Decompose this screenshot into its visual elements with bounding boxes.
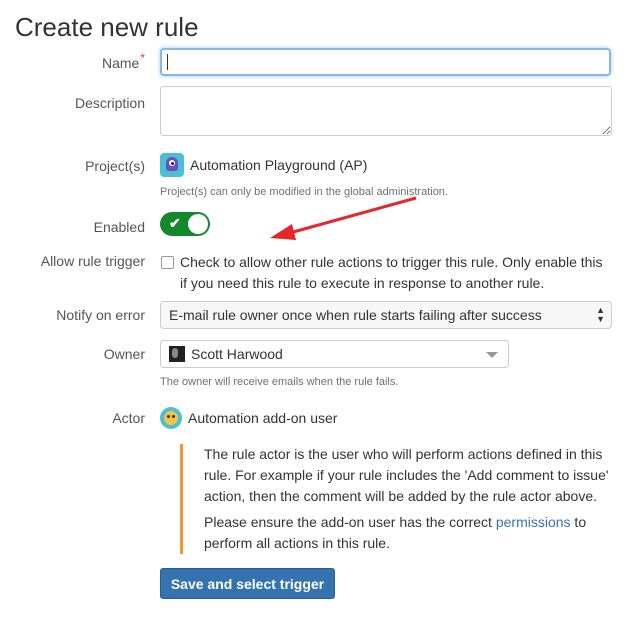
name-input[interactable] <box>160 48 611 76</box>
annotation-arrow-icon <box>270 196 417 240</box>
project-avatar-icon <box>160 153 184 177</box>
actor-info-note: The rule actor is the user who will perf… <box>180 444 613 554</box>
owner-name: Scott Harwood <box>191 346 283 362</box>
allow-rule-trigger-description: Check to allow other rule actions to tri… <box>180 254 603 291</box>
actor-label: Actor <box>112 410 145 426</box>
name-label: Name* <box>101 51 145 71</box>
enabled-label: Enabled <box>93 219 145 235</box>
owner-select[interactable]: Scott Harwood <box>160 340 509 368</box>
select-arrows-icon: ▲ ▼ <box>596 305 605 324</box>
owner-help-text: The owner will receive emails when the r… <box>160 376 399 388</box>
projects-label: Project(s) <box>85 158 145 174</box>
actor-permissions-paragraph: Please ensure the add-on user has the co… <box>204 514 587 551</box>
project-name: Automation Playground (AP) <box>190 157 368 173</box>
actor-avatar-icon <box>160 407 182 429</box>
description-textarea[interactable] <box>160 86 612 136</box>
notify-on-error-select[interactable]: E-mail rule owner once when rule starts … <box>160 301 612 329</box>
chevron-down-icon <box>486 352 498 358</box>
actor-name: Automation add-on user <box>188 410 338 426</box>
required-marker: * <box>140 51 145 65</box>
enabled-toggle[interactable]: ✔ <box>160 212 210 236</box>
allow-rule-trigger-checkbox[interactable] <box>161 256 174 269</box>
permissions-link[interactable]: permissions <box>496 514 571 530</box>
owner-avatar <box>169 346 185 362</box>
owner-label: Owner <box>103 346 145 362</box>
actor-item: Automation add-on user <box>160 407 337 429</box>
allow-rule-trigger-label: Allow rule trigger <box>40 253 145 269</box>
description-label: Description <box>74 95 145 111</box>
check-icon: ✔ <box>169 215 181 231</box>
notify-on-error-value: E-mail rule owner once when rule starts … <box>169 307 542 323</box>
save-and-select-trigger-button[interactable]: Save and select trigger <box>160 568 335 599</box>
notify-on-error-label: Notify on error <box>56 307 145 323</box>
text-cursor <box>167 54 168 70</box>
actor-note-paragraph: The rule actor is the user who will perf… <box>204 446 609 504</box>
toggle-knob <box>188 214 208 234</box>
project-item: Automation Playground (AP) <box>160 153 367 177</box>
page-title: Create new rule <box>15 12 199 42</box>
